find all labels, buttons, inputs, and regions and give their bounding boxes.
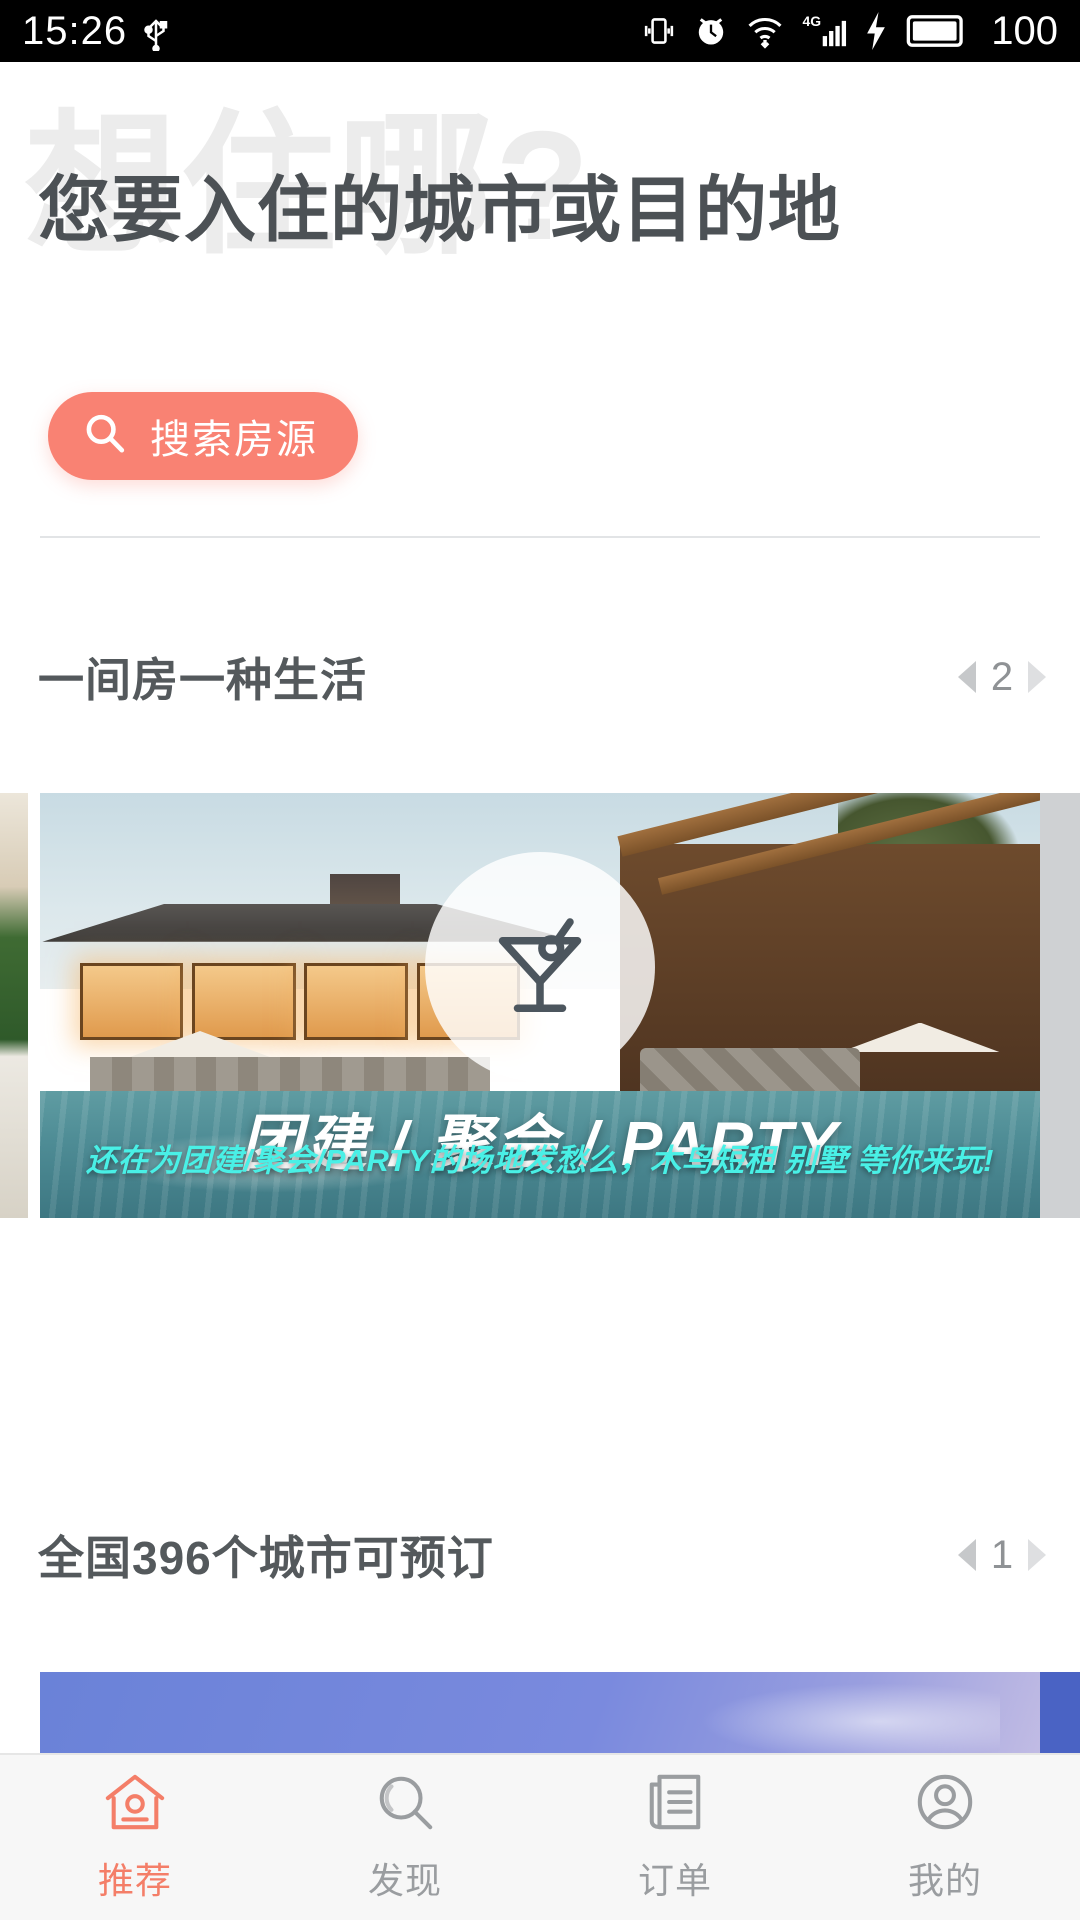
tab-orders[interactable]: 订单: [540, 1771, 810, 1904]
search-magnifier-icon: [372, 1771, 438, 1838]
alarm-icon: [693, 13, 729, 49]
search-housing-button[interactable]: 搜索房源: [48, 392, 358, 480]
banner-subtitle: 还在为团建/聚会/PARTY的场地发愁么，木鸟短租 别墅 等你来玩!: [86, 1143, 994, 1179]
carousel-peek-next[interactable]: [1040, 793, 1080, 1218]
triangle-left-icon[interactable]: [958, 1539, 976, 1571]
carousel-card-party[interactable]: 团建 / 聚会 / PARTY 还在为团建/聚会/PARTY的场地发愁么，木鸟短…: [40, 793, 1040, 1218]
carousel-pager[interactable]: 1: [958, 1533, 1046, 1578]
section-title: 一间房一种生活: [38, 654, 367, 706]
battery-percent: 100: [991, 9, 1058, 53]
svg-text:4G: 4G: [803, 13, 822, 29]
order-list-icon: [642, 1771, 708, 1838]
search-button-label: 搜索房源: [150, 418, 318, 462]
wifi-icon: [745, 13, 785, 49]
user-profile-icon: [912, 1771, 978, 1838]
tab-recommend[interactable]: 推荐: [0, 1771, 270, 1904]
hero-divider: [40, 536, 1040, 538]
vibrate-icon: [641, 13, 677, 49]
section-header-life: 一间房一种生活 2: [0, 640, 1080, 714]
triangle-left-icon[interactable]: [958, 661, 976, 693]
search-icon: [82, 411, 128, 462]
battery-icon: [905, 13, 967, 49]
section-title: 全国396个城市可预订: [38, 1532, 494, 1584]
status-bar-time: 15:26: [22, 9, 128, 53]
signal-4g-icon: 4G: [801, 12, 847, 50]
page-indicator: 2: [990, 654, 1014, 699]
status-bar: 15:26 4G 100: [0, 0, 1080, 62]
cocktail-glass-icon: [425, 852, 655, 1083]
home-house-icon: [102, 1771, 168, 1838]
status-bar-icons: 4G 100: [641, 11, 1058, 51]
triangle-right-icon[interactable]: [1028, 661, 1046, 693]
peek-card-image: [0, 793, 28, 1218]
app-root: 15:26 4G 100 想住哪? 您要入住的城市或目的地 搜索房源 一间房一种…: [0, 0, 1080, 1920]
tab-label: 我的: [907, 1860, 982, 1901]
tab-label: 订单: [637, 1860, 712, 1901]
carousel-life[interactable]: 团建 / 聚会 / PARTY 还在为团建/聚会/PARTY的场地发愁么，木鸟短…: [0, 793, 1080, 1218]
cloud: [700, 1683, 1000, 1760]
page-indicator: 1: [990, 1532, 1014, 1577]
charging-bolt-icon: [863, 12, 889, 50]
triangle-right-icon[interactable]: [1028, 1539, 1046, 1571]
tab-discover[interactable]: 发现: [270, 1771, 540, 1904]
bottom-tab-bar: 推荐 发现 订单 我的: [0, 1753, 1080, 1920]
carousel-peek-prev[interactable]: [0, 793, 28, 1218]
tab-label: 推荐: [97, 1860, 172, 1901]
usb-icon: [141, 11, 171, 51]
page-title: 您要入住的城市或目的地: [38, 171, 842, 251]
tab-label: 发现: [367, 1860, 442, 1901]
hero-section: 想住哪? 您要入住的城市或目的地 搜索房源: [0, 62, 1080, 578]
section-header-cities: 全国396个城市可预订 1: [0, 1518, 1080, 1592]
tab-profile[interactable]: 我的: [810, 1771, 1080, 1904]
carousel-pager[interactable]: 2: [958, 655, 1046, 700]
